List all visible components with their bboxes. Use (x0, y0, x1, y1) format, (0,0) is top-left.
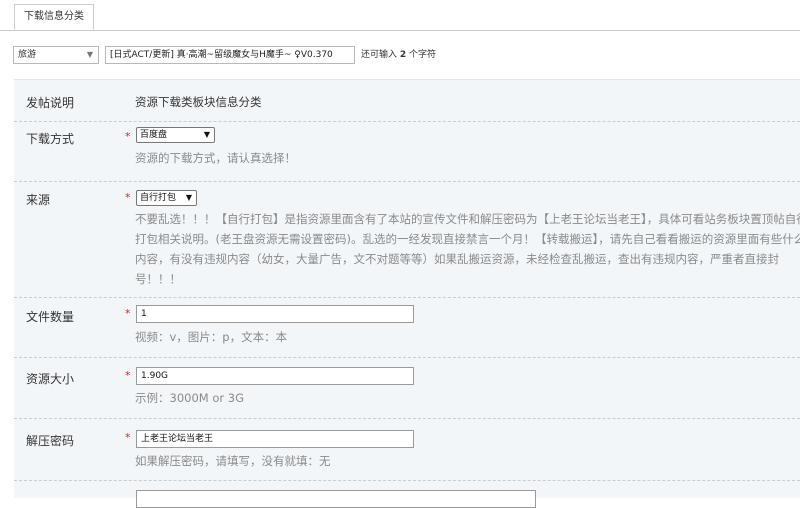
required-mark: * (125, 130, 131, 143)
remaining-chars-count: 2 (399, 50, 407, 60)
form-row-source: 来源 * 自行打包 ▼ 不要乱选！！！【自行打包】是指资源里面含有了本站的宣传文… (14, 181, 800, 298)
source-select[interactable]: 自行打包 ▼ (136, 190, 197, 206)
chevron-down-icon: ▼ (203, 130, 210, 139)
source-hint: 不要乱选！！！【自行打包】是指资源里面含有了本站的宣传文件和解压密码为【上老王论… (135, 212, 800, 286)
next-field-input[interactable] (136, 490, 536, 508)
file-count-input[interactable]: 1 (136, 305, 414, 323)
required-mark: * (125, 307, 131, 320)
source-label: 来源 (26, 193, 51, 207)
required-mark: * (125, 431, 131, 444)
tab-download-info[interactable]: 下载信息分类 (14, 4, 94, 30)
intro-label: 发帖说明 (26, 96, 75, 110)
size-input[interactable]: 1.90G (136, 367, 414, 385)
tab-bar: 下载信息分类 (0, 0, 800, 31)
form-row-download-method: 下载方式 * 百度盘 ▼ 资源的下载方式，请认真选择！ (14, 121, 800, 182)
file-count-hint: 视频：v，图片：p，文本：本 (135, 330, 288, 344)
size-label: 资源大小 (26, 372, 75, 386)
file-count-label: 文件数量 (26, 310, 75, 324)
form-row-intro: 发帖说明 资源下载类板块信息分类 (14, 80, 800, 122)
required-mark: * (125, 369, 131, 382)
thread-type-value: 旅游 (18, 50, 37, 60)
download-method-select[interactable]: 百度盘 ▼ (136, 127, 215, 143)
form-panel: 发帖说明 资源下载类板块信息分类 下载方式 * 百度盘 ▼ 资源的下载方式，请认… (14, 79, 800, 508)
form-row-password: 解压密码 * 上老王论坛当老王 如果解压密码，请填写，没有就填：无 (14, 418, 800, 481)
chevron-down-icon: ▼ (86, 50, 93, 59)
download-method-hint: 资源的下载方式，请认真选择！ (135, 151, 296, 165)
intro-value: 资源下载类板块信息分类 (135, 95, 262, 109)
download-method-label: 下载方式 (26, 132, 75, 146)
chevron-down-icon: ▼ (185, 193, 192, 202)
password-input[interactable]: 上老王论坛当老王 (136, 430, 414, 448)
thread-type-select[interactable]: 旅游 ▼ (13, 46, 99, 64)
size-hint: 示例：3000M or 3G (135, 391, 244, 405)
required-mark: * (125, 191, 131, 204)
form-row-file-count: 文件数量 * 1 视频：v，图片：p，文本：本 (14, 297, 800, 358)
password-label: 解压密码 (26, 434, 75, 448)
form-row-size: 资源大小 * 1.90G 示例：3000M or 3G (14, 357, 800, 419)
password-hint: 如果解压密码，请填写，没有就填：无 (135, 454, 331, 468)
remaining-chars-text: 还可输入 2 个字符 (361, 50, 437, 60)
thread-title-input[interactable]: [日式ACT/更新] 真·高潮~留级魔女与H魔手~ ♀V0.370 (105, 46, 355, 64)
